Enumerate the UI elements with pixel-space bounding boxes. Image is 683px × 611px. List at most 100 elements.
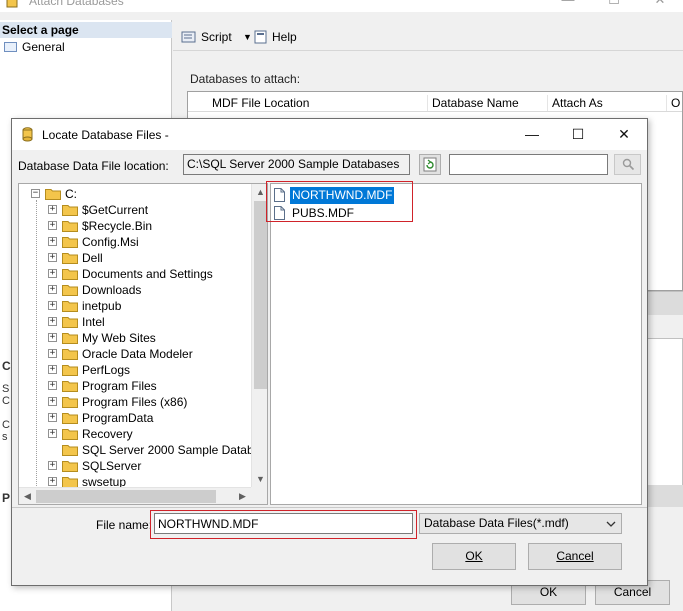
file-name-input[interactable] — [154, 513, 413, 534]
help-label: Help — [272, 30, 297, 44]
dialog-title: Locate Database Files - — [42, 128, 169, 142]
page-icon — [4, 42, 17, 52]
column-header[interactable]: O — [666, 95, 682, 111]
tree-item-label: Intel — [82, 315, 105, 329]
expand-icon[interactable]: + — [48, 477, 57, 486]
fragment-text: C — [2, 395, 10, 407]
folder-icon — [62, 237, 78, 248]
maximize-icon[interactable]: ☐ — [591, 0, 637, 8]
folder-icon — [62, 317, 78, 328]
database-icon — [22, 127, 33, 142]
collapse-icon[interactable]: − — [31, 189, 40, 198]
vertical-scrollbar[interactable]: ▲ ▼ — [251, 184, 267, 489]
ok-label: OK — [465, 549, 483, 563]
fragment-text: C — [2, 419, 10, 431]
tree-item-label: $Recycle.Bin — [82, 219, 153, 233]
maximize-icon[interactable]: ☐ — [555, 119, 601, 150]
page-item-general[interactable]: General — [4, 39, 65, 55]
close-icon[interactable]: ✕ — [601, 119, 647, 150]
column-header[interactable]: Attach As — [547, 95, 667, 111]
background-panel-strip — [645, 291, 683, 315]
folder-tree[interactable]: − C: + $GetCurrent + $Recycle.Bin + Config.Ms… — [18, 183, 268, 505]
dialog-title-bar[interactable]: Locate Database Files - — ☐ ✕ — [12, 119, 647, 150]
select-page-header: Select a page — [0, 22, 172, 38]
location-field[interactable]: C:\SQL Server 2000 Sample Databases — [183, 154, 410, 175]
dialog-ok-button[interactable]: OK — [432, 543, 516, 570]
script-icon — [181, 31, 196, 43]
tree-item-label: Oracle Data Modeler — [82, 347, 193, 361]
expand-icon[interactable]: + — [48, 269, 57, 278]
tree-item-label: Downloads — [82, 283, 142, 297]
scroll-left-icon[interactable]: ◀ — [19, 488, 36, 504]
minimize-icon[interactable]: — — [545, 0, 591, 7]
chevron-down-icon — [606, 521, 616, 527]
expand-icon[interactable]: + — [48, 461, 57, 470]
expand-icon[interactable]: + — [48, 317, 57, 326]
folder-icon — [62, 461, 78, 472]
expand-icon[interactable]: + — [48, 237, 57, 246]
folder-icon — [62, 205, 78, 216]
expand-icon[interactable]: + — [48, 381, 57, 390]
background-details-panel — [645, 338, 683, 488]
refresh-button[interactable] — [419, 154, 441, 175]
expand-icon[interactable]: + — [48, 333, 57, 342]
help-button[interactable]: Help — [253, 28, 303, 46]
folder-icon — [62, 253, 78, 264]
search-input[interactable] — [449, 154, 608, 175]
scroll-thumb[interactable] — [36, 490, 216, 503]
tree-item-label: SQLServer — [82, 459, 142, 473]
folder-icon — [62, 301, 78, 312]
scroll-thumb[interactable] — [254, 201, 267, 389]
expand-icon[interactable]: + — [48, 253, 57, 262]
chevron-down-icon[interactable]: ▼ — [243, 28, 252, 46]
file-list[interactable]: NORTHWND.MDF PUBS.MDF — [270, 183, 642, 505]
folder-icon — [62, 269, 78, 280]
scroll-right-icon[interactable]: ▶ — [234, 488, 251, 504]
folder-icon — [62, 285, 78, 296]
expand-icon[interactable]: + — [48, 365, 57, 374]
dialog-divider — [12, 507, 647, 508]
fragment-text: P — [2, 491, 11, 505]
tree-item-label: Config.Msi — [82, 235, 139, 249]
folder-icon — [45, 189, 61, 200]
fragment-text: C — [2, 359, 11, 373]
folder-icon — [62, 333, 78, 344]
scrollbar-corner — [251, 487, 267, 504]
expand-icon[interactable]: + — [48, 397, 57, 406]
horizontal-scrollbar[interactable]: ◀ ▶ — [19, 487, 251, 504]
minimize-icon[interactable]: — — [509, 119, 555, 150]
expand-icon[interactable]: + — [48, 221, 57, 230]
expand-icon[interactable]: + — [48, 301, 57, 310]
dialog-cancel-button[interactable]: Cancel — [528, 543, 622, 570]
tree-item-label: Documents and Settings — [82, 267, 213, 281]
folder-icon — [62, 349, 78, 360]
background-window-controls: — ☐ ✕ — [545, 0, 683, 10]
folder-icon — [62, 365, 78, 376]
expand-icon[interactable]: + — [48, 285, 57, 294]
scroll-down-icon[interactable]: ▼ — [252, 471, 267, 488]
tree-item-label: Program Files (x86) — [82, 395, 188, 409]
tree-item-label: PerfLogs — [82, 363, 131, 377]
expand-icon[interactable]: + — [48, 413, 57, 422]
toolbar: Script ▼ Help — [173, 24, 683, 50]
close-icon[interactable]: ✕ — [637, 0, 683, 8]
cancel-label: Cancel — [556, 549, 594, 563]
expand-icon[interactable]: + — [48, 429, 57, 438]
search-button[interactable] — [614, 154, 641, 175]
background-title-bar: Attach Databases — ☐ ✕ — [0, 0, 683, 12]
page-item-label: General — [22, 40, 65, 54]
folder-icon — [62, 413, 78, 424]
database-icon — [6, 0, 18, 8]
background-window-title: Attach Databases — [29, 0, 124, 8]
expand-icon[interactable]: + — [48, 205, 57, 214]
locate-database-files-dialog: Locate Database Files - — ☐ ✕ Database D… — [11, 118, 648, 586]
file-type-value: Database Data Files(*.mdf) — [424, 516, 569, 530]
fragment-text: S — [2, 383, 10, 395]
column-header[interactable]: Database Name — [427, 95, 547, 111]
expand-icon[interactable]: + — [48, 349, 57, 358]
script-button[interactable]: Script ▼ — [181, 28, 252, 46]
databases-to-attach-label: Databases to attach: — [190, 72, 301, 86]
location-label: Database Data File location: — [18, 159, 169, 173]
column-header[interactable]: MDF File Location — [208, 95, 428, 111]
file-type-select[interactable]: Database Data Files(*.mdf) — [419, 513, 622, 534]
